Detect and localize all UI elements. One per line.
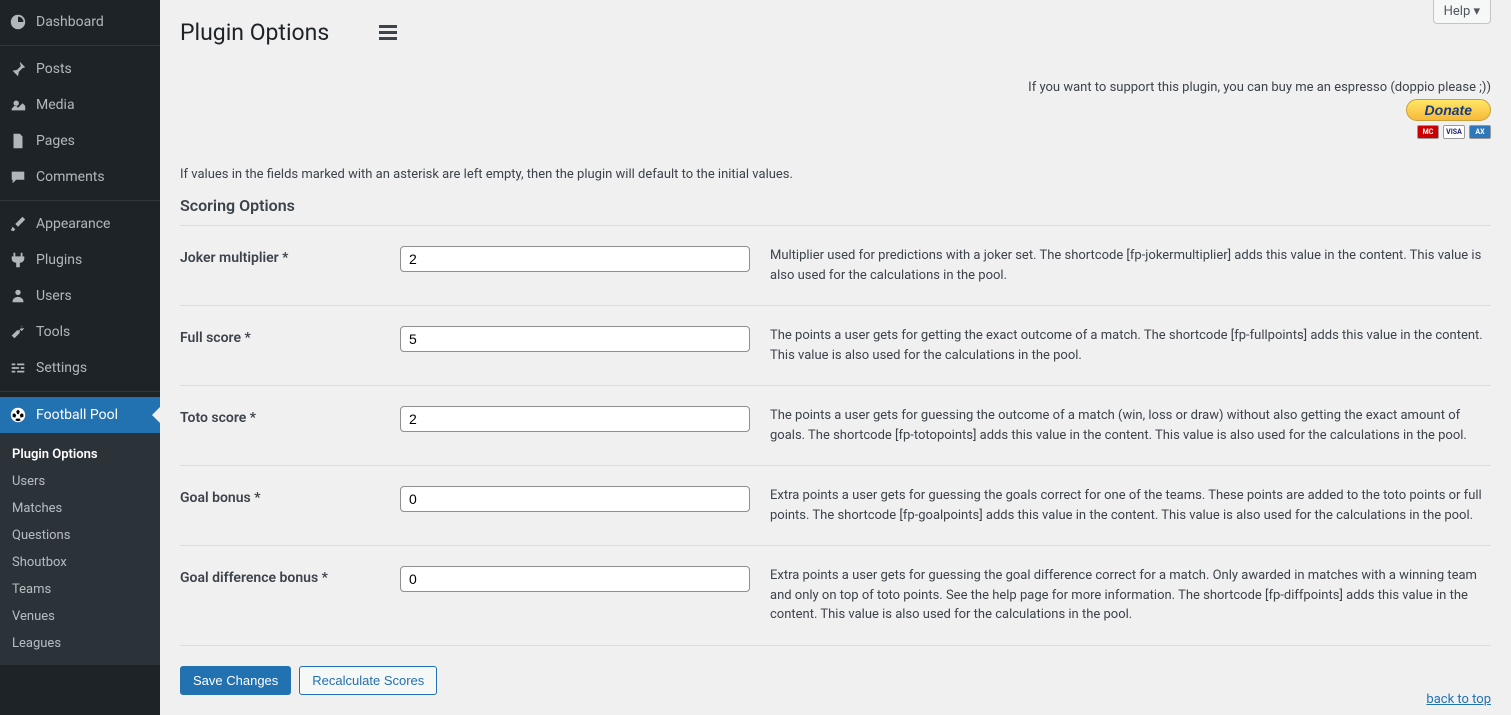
goal-bonus-input[interactable] [400, 486, 750, 512]
sidebar-item-settings[interactable]: Settings [0, 350, 160, 386]
submenu-item-shoutbox[interactable]: Shoutbox [0, 549, 160, 576]
sidebar-item-appearance[interactable]: Appearance [0, 206, 160, 242]
page-title-text: Plugin Options [180, 19, 329, 46]
page-title: Plugin Options [180, 10, 1491, 50]
submenu-item-questions[interactable]: Questions [0, 522, 160, 549]
user-icon [8, 286, 28, 306]
form-table: Joker multiplier * Multiplier used for p… [180, 225, 1491, 695]
sidebar-item-football-pool[interactable]: Football Pool [0, 397, 160, 433]
menu-toggle-icon[interactable] [379, 25, 397, 40]
pin-icon [8, 59, 28, 79]
sidebar-item-label: Tools [36, 324, 70, 340]
dashboard-icon [8, 12, 28, 32]
field-label: Goal difference bonus * [180, 566, 400, 586]
sidebar-item-label: Comments [36, 169, 105, 185]
payment-cards: MC VISA AX [180, 125, 1491, 139]
section-title: Scoring Options [180, 196, 1491, 215]
sidebar-item-tools[interactable]: Tools [0, 314, 160, 350]
sidebar-item-label: Users [36, 288, 72, 304]
field-label: Toto score * [180, 406, 400, 426]
main-content: Help ▾ Plugin Options If you want to sup… [160, 0, 1511, 715]
field-label: Goal bonus * [180, 486, 400, 506]
admin-sidebar: Dashboard Posts Media Pages Comments App… [0, 0, 160, 715]
field-goal-bonus: Goal bonus * Extra points a user gets fo… [180, 465, 1491, 545]
brush-icon [8, 214, 28, 234]
submenu-item-venues[interactable]: Venues [0, 603, 160, 630]
back-to-top-link[interactable]: back to top [1426, 692, 1491, 707]
donate-text: If you want to support this plugin, you … [180, 80, 1491, 95]
football-icon [8, 405, 28, 425]
field-joker-multiplier: Joker multiplier * Multiplier used for p… [180, 225, 1491, 305]
field-goal-diff-bonus: Goal difference bonus * Extra points a u… [180, 545, 1491, 645]
field-desc: The points a user gets for getting the e… [750, 326, 1491, 365]
toto-score-input[interactable] [400, 406, 750, 432]
donate-button[interactable]: Donate [1406, 99, 1491, 121]
field-label: Joker multiplier * [180, 246, 400, 266]
goal-diff-bonus-input[interactable] [400, 566, 750, 592]
wrench-icon [8, 322, 28, 342]
sliders-icon [8, 358, 28, 378]
sidebar-item-plugins[interactable]: Plugins [0, 242, 160, 278]
sidebar-item-comments[interactable]: Comments [0, 159, 160, 195]
submenu-item-matches[interactable]: Matches [0, 495, 160, 522]
submenu-item-plugin-options[interactable]: Plugin Options [0, 441, 160, 468]
field-desc: Extra points a user gets for guessing th… [750, 486, 1491, 525]
joker-multiplier-input[interactable] [400, 246, 750, 272]
comment-icon [8, 167, 28, 187]
donate-section: If you want to support this plugin, you … [180, 80, 1491, 139]
intro-text: If values in the fields marked with an a… [180, 167, 1491, 182]
sidebar-item-media[interactable]: Media [0, 87, 160, 123]
media-icon [8, 95, 28, 115]
amex-icon: AX [1469, 125, 1491, 139]
sidebar-item-dashboard[interactable]: Dashboard [0, 4, 160, 40]
sidebar-item-label: Football Pool [36, 407, 118, 423]
save-button[interactable]: Save Changes [180, 666, 291, 695]
field-desc: The points a user gets for guessing the … [750, 406, 1491, 445]
field-full-score: Full score * The points a user gets for … [180, 305, 1491, 385]
sidebar-item-label: Appearance [36, 216, 110, 232]
submenu: Plugin Options Users Matches Questions S… [0, 433, 160, 665]
sidebar-item-label: Plugins [36, 252, 82, 268]
sidebar-item-pages[interactable]: Pages [0, 123, 160, 159]
form-actions: Save Changes Recalculate Scores [180, 645, 1491, 695]
field-desc: Multiplier used for predictions with a j… [750, 246, 1491, 285]
page-icon [8, 131, 28, 151]
plug-icon [8, 250, 28, 270]
sidebar-item-posts[interactable]: Posts [0, 51, 160, 87]
full-score-input[interactable] [400, 326, 750, 352]
submenu-item-teams[interactable]: Teams [0, 576, 160, 603]
mastercard-icon: MC [1417, 125, 1439, 139]
recalculate-button[interactable]: Recalculate Scores [299, 666, 437, 695]
submenu-item-leagues[interactable]: Leagues [0, 630, 160, 657]
help-tab[interactable]: Help ▾ [1433, 0, 1491, 24]
sidebar-item-label: Media [36, 97, 75, 113]
sidebar-item-label: Pages [36, 133, 75, 149]
sidebar-item-label: Posts [36, 61, 72, 77]
sidebar-item-label: Settings [36, 360, 87, 376]
sidebar-item-label: Dashboard [36, 14, 104, 30]
submenu-item-users[interactable]: Users [0, 468, 160, 495]
field-desc: Extra points a user gets for guessing th… [750, 566, 1491, 625]
field-label: Full score * [180, 326, 400, 346]
field-toto-score: Toto score * The points a user gets for … [180, 385, 1491, 465]
sidebar-item-users[interactable]: Users [0, 278, 160, 314]
visa-icon: VISA [1443, 125, 1465, 139]
